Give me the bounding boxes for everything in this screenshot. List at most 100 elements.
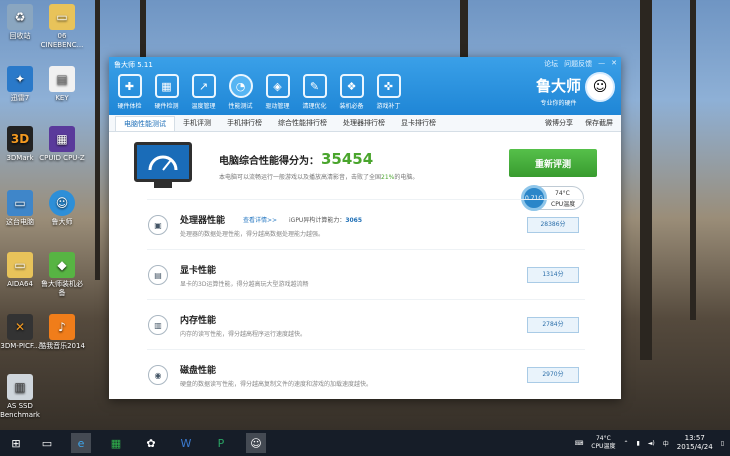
ludashi-avatar-icon[interactable]: ☺ xyxy=(585,72,615,102)
gpu-icon: ▤ xyxy=(148,265,168,285)
minimize-button[interactable]: — xyxy=(598,59,605,69)
nav-game-patch[interactable]: ✜ 游戏补丁 xyxy=(370,72,407,110)
file-explorer-icon[interactable]: ▭ xyxy=(37,433,57,453)
disk-icon: ◉ xyxy=(148,365,168,385)
hardware-detect-icon: ▦ xyxy=(154,74,179,98)
nav-performance[interactable]: ◔ 性能测试 xyxy=(222,72,259,110)
tab-phone-rank[interactable]: 手机排行榜 xyxy=(219,116,270,131)
install-icon: ❖ xyxy=(339,74,364,98)
nav-temperature[interactable]: ↗ 温度管理 xyxy=(185,72,222,110)
desktop-icon-3dmpic[interactable]: ✕ 3DM-PICF... xyxy=(0,314,43,351)
forum-link[interactable]: 论坛 xyxy=(544,59,558,69)
network-icon[interactable]: ▮ xyxy=(636,440,639,447)
store-icon[interactable]: ▦ xyxy=(106,433,126,453)
desktop-icon-folder06[interactable]: ▭ 06 CINEBENC... xyxy=(39,4,85,50)
retest-button[interactable]: 重新评测 xyxy=(509,149,597,177)
score-line: 电脑综合性能得分为： 35454 xyxy=(219,150,374,168)
section-desc: 处理器的数据处理性能，得分越高数据处理能力越强。 xyxy=(180,231,325,238)
3dm-icon: ✕ xyxy=(7,314,33,340)
volume-icon[interactable]: ◄) xyxy=(648,440,655,447)
nav-cleanup[interactable]: ✎ 清理优化 xyxy=(296,72,333,110)
desktop-icon-3dmark[interactable]: 3D 3DMark xyxy=(0,126,43,163)
desktop-icon-ludashi[interactable]: ☺ 鲁大师 xyxy=(39,190,85,227)
word-icon[interactable]: W xyxy=(176,433,196,453)
ssd-icon: ▥ xyxy=(7,374,33,400)
desktop-icon-recycle[interactable]: ♻ 回收站 xyxy=(0,4,43,41)
folder-icon: ▭ xyxy=(7,252,33,278)
ludashi-window: 鲁大师 5.11 论坛 问题反馈 — ✕ ✚ 硬件体检 ▦ 硬件检测 ↗ 温度管… xyxy=(109,57,621,399)
keyboard-icon[interactable]: ⌨ xyxy=(575,440,584,447)
driver-icon: ◈ xyxy=(265,74,290,98)
brand-logo: 鲁大师 专业你的硬件 xyxy=(535,77,581,107)
section-desc: 硬盘的数据读写性能，得分越高复制文件的速度和游戏的加载速度越快。 xyxy=(180,381,373,388)
window-controls: 论坛 问题反馈 — ✕ xyxy=(544,59,617,69)
nav-install[interactable]: ❖ 装机必备 xyxy=(333,72,370,110)
system-tray: ⌨ 74°C CPU温度 ⌃ ▮ ◄) 中 13:57 2015/4/24 ▯ xyxy=(575,434,724,452)
section-title: 显卡性能 xyxy=(180,266,217,276)
monitor-stand xyxy=(154,182,172,188)
desktop-icon-ludashi-phone[interactable]: ◆ 鲁大师装机必备 xyxy=(39,252,85,298)
section-disk: ◉ 磁盘性能 硬盘的数据读写性能，得分越高复制文件的速度和游戏的加载速度越快。 … xyxy=(147,349,585,399)
taskbar: ⊞ ▭ e ▦ ✿ W P ☺ ⌨ 74°C CPU温度 ⌃ ▮ ◄) 中 13… xyxy=(0,430,730,456)
desktop-icon-xunlei[interactable]: ✦ 迅雷7 xyxy=(0,66,43,103)
feedback-link[interactable]: 问题反馈 xyxy=(564,59,592,69)
cpu-score-badge[interactable]: 28386分 xyxy=(527,217,579,233)
memory-score-badge[interactable]: 2784分 xyxy=(527,317,579,333)
tab-cpu-rank[interactable]: 处理器排行榜 xyxy=(335,116,393,131)
ludashi-taskbar-icon[interactable]: ☺ xyxy=(246,433,266,453)
close-button[interactable]: ✕ xyxy=(611,59,617,69)
section-gpu: ▤ 显卡性能 显卡的3D运算性能，得分越高玩大型游戏越流畅 1314分 xyxy=(147,249,585,299)
health-check-icon: ✚ xyxy=(117,74,142,98)
desktop-icon-key[interactable]: ▤ KEY xyxy=(39,66,85,103)
ime-icon[interactable]: 中 xyxy=(663,439,669,448)
disk-score-badge[interactable]: 2970分 xyxy=(527,367,579,383)
gamepad-icon: ✜ xyxy=(376,74,401,98)
notification-icon[interactable]: ▯ xyxy=(721,440,724,447)
memory-icon: ▥ xyxy=(148,315,168,335)
section-memory: ▥ 内存性能 内存的读写性能，得分越高程序运行速度越快。 2784分 xyxy=(147,299,585,349)
performance-icon: ◔ xyxy=(228,74,253,98)
gpu-score-badge[interactable]: 1314分 xyxy=(527,267,579,283)
desktop-icon-aida[interactable]: ▭ AIDA64 xyxy=(0,252,43,289)
music-icon: ♪ xyxy=(49,314,75,340)
cpu-icon: ▣ xyxy=(148,215,168,235)
3dmark-icon: 3D xyxy=(7,126,33,152)
view-details-link[interactable]: 查看详情>> xyxy=(243,215,277,224)
desktop-icon-cpuz[interactable]: ▦ CPUID CPU-Z xyxy=(39,126,85,163)
nav-hardware-detect[interactable]: ▦ 硬件检测 xyxy=(148,72,185,110)
tab-overall-rank[interactable]: 综合性能排行榜 xyxy=(270,116,335,131)
tab-gpu-rank[interactable]: 显卡排行榜 xyxy=(393,116,444,131)
tray-cpu-temp[interactable]: 74°C CPU温度 xyxy=(591,435,615,451)
desktop-icon-thispc[interactable]: ▭ 这台电脑 xyxy=(0,190,43,227)
window-title: 鲁大师 5.11 xyxy=(114,61,153,69)
ludashi-phone-icon: ◆ xyxy=(49,252,75,278)
overall-score: 35454 xyxy=(321,150,374,168)
section-title: 磁盘性能 xyxy=(180,366,217,376)
tab-bar: 电脑性能测试 手机评测 手机排行榜 综合性能排行榜 处理器排行榜 显卡排行榜 微… xyxy=(109,115,621,132)
tab-pc-test[interactable]: 电脑性能测试 xyxy=(115,116,175,131)
screenshot-button[interactable]: 保存截屏 xyxy=(585,118,613,128)
chevron-up-icon[interactable]: ⌃ xyxy=(623,440,628,447)
section-desc: 内存的读写性能，得分越高程序运行速度越快。 xyxy=(180,331,307,338)
nav-health-check[interactable]: ✚ 硬件体检 xyxy=(111,72,148,110)
app-header: 鲁大师 5.11 论坛 问题反馈 — ✕ ✚ 硬件体检 ▦ 硬件检测 ↗ 温度管… xyxy=(109,57,621,115)
main-nav: ✚ 硬件体检 ▦ 硬件检测 ↗ 温度管理 ◔ 性能测试 ◈ 驱动管理 ✎ 清理优… xyxy=(111,72,407,110)
publisher-icon[interactable]: P xyxy=(211,433,231,453)
cpuz-icon: ▦ xyxy=(49,126,75,152)
desktop-icon-kugou[interactable]: ♪ 酷我音乐2014 xyxy=(39,314,85,351)
app-icon[interactable]: ✿ xyxy=(141,433,161,453)
monitor-gauge-icon xyxy=(134,142,192,182)
section-cpu: ▣ 处理器性能 查看详情>> iGPU异构计算能力：3065 处理器的数据处理性… xyxy=(147,199,585,249)
clock[interactable]: 13:57 2015/4/24 xyxy=(677,434,713,452)
cpu-temp-value: 74°C xyxy=(555,190,570,197)
ie-icon[interactable]: e xyxy=(71,433,91,453)
weibo-share-button[interactable]: 微博分享 xyxy=(545,118,573,128)
tab-phone-test[interactable]: 手机评测 xyxy=(175,116,219,131)
nav-driver[interactable]: ◈ 驱动管理 xyxy=(259,72,296,110)
broom-icon: ✎ xyxy=(302,74,327,98)
recycle-bin-icon: ♻ xyxy=(7,4,33,30)
ludashi-icon: ☺ xyxy=(49,190,75,216)
igpu-info: iGPU异构计算能力：3065 xyxy=(289,217,363,224)
windows-start-icon[interactable]: ⊞ xyxy=(6,433,26,453)
desktop-icon-asssd[interactable]: ▥ AS SSD Benchmark xyxy=(0,374,43,420)
